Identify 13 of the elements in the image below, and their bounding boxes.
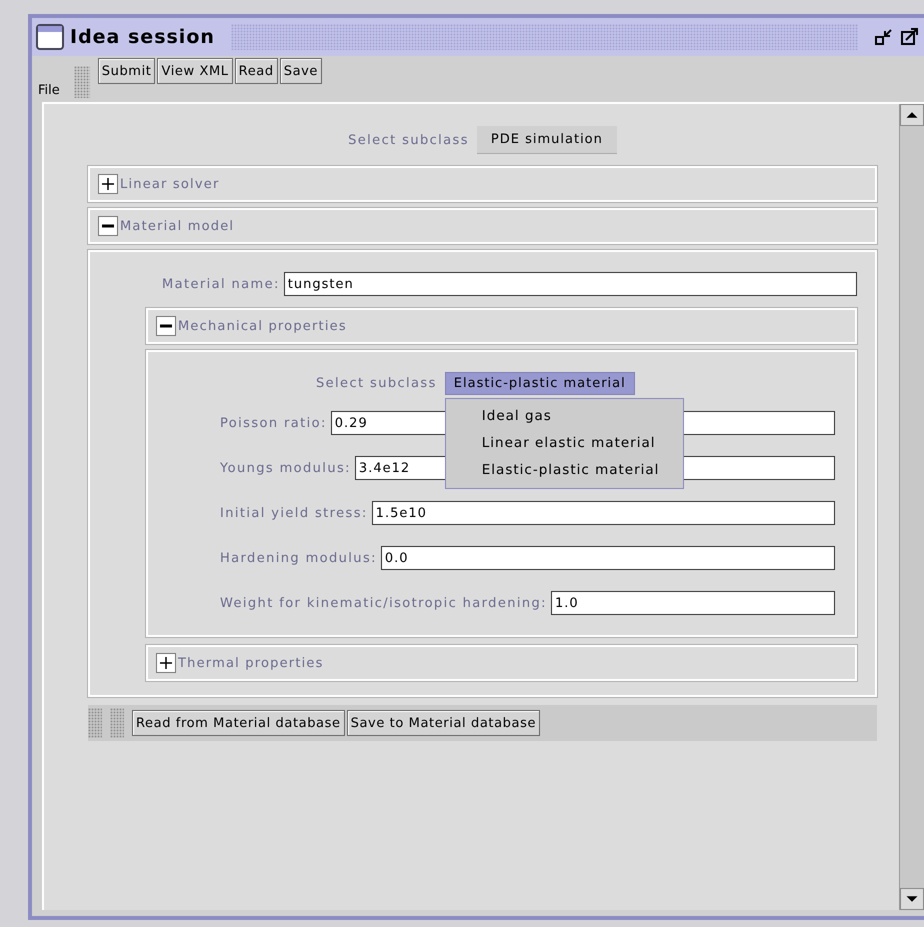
field-label: Initial yield stress: (220, 506, 368, 520)
field-label: Youngs modulus: (220, 460, 351, 476)
field-label: Hardening modulus: (220, 550, 377, 566)
section-title: Material model (120, 218, 234, 234)
section-title: Linear solver (120, 176, 220, 192)
field-label: Poisson ratio: (220, 416, 327, 430)
window-title: Idea session (70, 26, 215, 48)
field-label: Material name: (162, 276, 280, 292)
subclass-label: Select subclass (316, 376, 437, 391)
subclass-label: Select subclass (348, 132, 469, 148)
section-title: Mechanical properties (178, 318, 347, 334)
field-label: Weight for kinematic/isotropic hardening: (220, 596, 547, 610)
section-title: Thermal properties (178, 656, 324, 670)
